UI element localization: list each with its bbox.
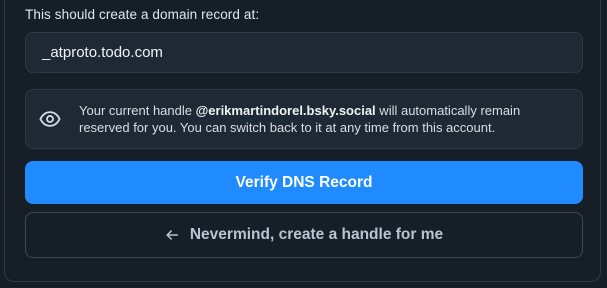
handle-reserved-message: Your current handle @erikmartindorel.bsk… (79, 102, 568, 136)
notice-text-before: Your current handle (79, 103, 196, 118)
handle-reserved-notice: Your current handle @erikmartindorel.bsk… (25, 89, 583, 149)
nevermind-create-handle-label: Nevermind, create a handle for me (189, 226, 444, 243)
domain-record-instructions: This should create a domain record at: (25, 7, 260, 22)
verify-dns-record-label: Verify DNS Record (235, 173, 373, 191)
domain-record-text: _atproto.todo.com (42, 44, 163, 61)
eye-icon (39, 111, 61, 127)
verify-dns-record-button[interactable]: Verify DNS Record (25, 161, 583, 204)
current-handle: @erikmartindorel.bsky.social (195, 103, 376, 118)
domain-record-value[interactable]: _atproto.todo.com (25, 32, 583, 73)
nevermind-create-handle-button[interactable]: Nevermind, create a handle for me (25, 212, 583, 258)
arrow-left-icon (166, 230, 178, 240)
